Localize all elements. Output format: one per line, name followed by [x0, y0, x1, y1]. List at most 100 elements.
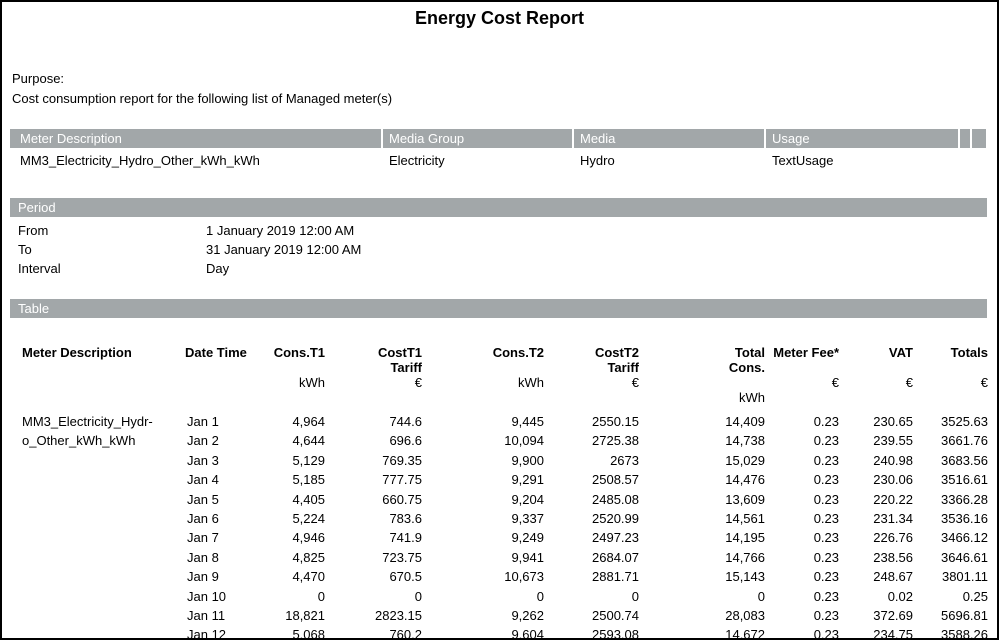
col-header-cons-t2: Cons.T2 — [422, 345, 544, 375]
col-header-cons-t1: Cons.T1 — [257, 345, 325, 375]
cost-table-header-row: Meter Description Date Time Cons.T1 Cost… — [22, 345, 988, 375]
cell-cons-t2: 9,249 — [422, 528, 544, 547]
cell-totals: 3366.28 — [913, 490, 988, 509]
cell-cost-t1: 670.5 — [325, 567, 422, 586]
period-from-value: 1 January 2019 12:00 AM — [206, 221, 354, 240]
meter-header-spacer-cell — [960, 129, 970, 148]
cell-meter-fee: 0.23 — [765, 509, 839, 528]
cell-date-time: Jan 2 — [185, 431, 257, 450]
cell-cons-t1: 18,821 — [257, 606, 325, 625]
cell-cost-t2: 2497.23 — [544, 528, 639, 547]
cell-cons-t2: 9,204 — [422, 490, 544, 509]
unit-totals: € — [913, 375, 988, 412]
cell-cons-t2: 0 — [422, 587, 544, 606]
unit-cons-t2: kWh — [422, 375, 544, 412]
cell-totals: 5696.81 — [913, 606, 988, 625]
period-field-to: To 31 January 2019 12:00 AM — [2, 240, 997, 259]
cell-cons-t1: 5,185 — [257, 470, 325, 489]
period-to-label: To — [18, 240, 32, 259]
period-from-label: From — [18, 221, 48, 240]
cell-meter-fee: 0.23 — [765, 625, 839, 640]
unit-cost-t2: € — [544, 375, 639, 412]
cell-vat: 238.56 — [839, 548, 913, 567]
report-page: Energy Cost Report Purpose: Cost consump… — [0, 0, 999, 640]
meter-header-media: Media — [574, 129, 764, 148]
cell-total-cons: 14,738 — [639, 431, 765, 450]
cell-vat: 240.98 — [839, 451, 913, 470]
cell-meter-fee: 0.23 — [765, 490, 839, 509]
cell-cons-t2: 9,604 — [422, 625, 544, 640]
cost-table-units-row: kWh € kWh € kWh € € € — [22, 375, 988, 412]
cell-totals: 3588.26 — [913, 625, 988, 640]
cell-cost-t1: 741.9 — [325, 528, 422, 547]
period-interval-value: Day — [206, 259, 229, 278]
cell-cons-t2: 9,445 — [422, 412, 544, 431]
cell-cons-t2: 10,094 — [422, 431, 544, 450]
cell-cost-t2: 2673 — [544, 451, 639, 470]
cell-cost-t1: 696.6 — [325, 431, 422, 450]
cell-totals: 3661.76 — [913, 431, 988, 450]
cell-cost-t2: 2508.57 — [544, 470, 639, 489]
cost-table-body: MM3_Electricity_Hydr- o_Other_kWh_kWhJan… — [22, 412, 988, 640]
col-header-vat: VAT — [839, 345, 913, 375]
cell-cons-t2: 9,337 — [422, 509, 544, 528]
cell-meter-fee: 0.23 — [765, 548, 839, 567]
cell-meter-fee: 0.23 — [765, 567, 839, 586]
cell-total-cons: 0 — [639, 587, 765, 606]
media-value: Hydro — [574, 151, 764, 170]
col-header-cost-t1: CostT1 Tariff — [325, 345, 422, 375]
col-header-total-cons: Total Cons. — [639, 345, 765, 375]
meter-header-description: Meter Description — [10, 129, 381, 148]
cell-meter-fee: 0.23 — [765, 528, 839, 547]
cell-total-cons: 13,609 — [639, 490, 765, 509]
cell-date-time: Jan 3 — [185, 451, 257, 470]
cell-total-cons: 14,766 — [639, 548, 765, 567]
unit-meter-fee: € — [765, 375, 839, 412]
period-interval-label: Interval — [18, 259, 61, 278]
table-row: MM3_Electricity_Hydr- o_Other_kWh_kWhJan… — [22, 412, 988, 431]
col-header-date-time: Date Time — [185, 345, 257, 375]
unit-total-cons: kWh — [639, 375, 765, 412]
cell-total-cons: 28,083 — [639, 606, 765, 625]
cell-cost-t1: 723.75 — [325, 548, 422, 567]
report-title: Energy Cost Report — [2, 8, 997, 29]
cell-vat: 220.22 — [839, 490, 913, 509]
meter-table-header: Meter Description Media Group Media Usag… — [10, 129, 987, 148]
purpose-text: Cost consumption report for the followin… — [12, 91, 392, 106]
cell-totals: 3801.11 — [913, 567, 988, 586]
cell-totals: 3466.12 — [913, 528, 988, 547]
cell-total-cons: 14,672 — [639, 625, 765, 640]
cell-vat: 230.06 — [839, 470, 913, 489]
cell-totals: 3536.16 — [913, 509, 988, 528]
meter-header-media-group: Media Group — [383, 129, 572, 148]
cell-cost-t1: 0 — [325, 587, 422, 606]
cell-meter-fee: 0.23 — [765, 451, 839, 470]
unit-vat: € — [839, 375, 913, 412]
cell-total-cons: 14,409 — [639, 412, 765, 431]
period-to-value: 31 January 2019 12:00 AM — [206, 240, 361, 259]
cell-date-time: Jan 11 — [185, 606, 257, 625]
col-header-meter-fee: Meter Fee* — [765, 345, 839, 375]
cell-meter-fee: 0.23 — [765, 606, 839, 625]
period-section-bar: Period — [10, 198, 987, 217]
cell-cost-t2: 2500.74 — [544, 606, 639, 625]
cell-cost-t2: 2520.99 — [544, 509, 639, 528]
cell-cons-t1: 5,224 — [257, 509, 325, 528]
cell-vat: 226.76 — [839, 528, 913, 547]
table-section-bar: Table — [10, 299, 987, 318]
cell-cost-t2: 2550.15 — [544, 412, 639, 431]
unit-blank — [22, 375, 185, 412]
cell-cons-t1: 4,470 — [257, 567, 325, 586]
cell-meter-fee: 0.23 — [765, 431, 839, 450]
cell-cons-t1: 4,825 — [257, 548, 325, 567]
cell-cons-t1: 4,644 — [257, 431, 325, 450]
cell-cost-t1: 2823.15 — [325, 606, 422, 625]
cell-totals: 3516.61 — [913, 470, 988, 489]
period-field-from: From 1 January 2019 12:00 AM — [2, 221, 997, 240]
purpose-label: Purpose: — [12, 71, 64, 86]
cell-date-time: Jan 5 — [185, 490, 257, 509]
cell-date-time: Jan 9 — [185, 567, 257, 586]
cell-vat: 248.67 — [839, 567, 913, 586]
cell-date-time: Jan 12 — [185, 625, 257, 640]
cell-vat: 0.02 — [839, 587, 913, 606]
